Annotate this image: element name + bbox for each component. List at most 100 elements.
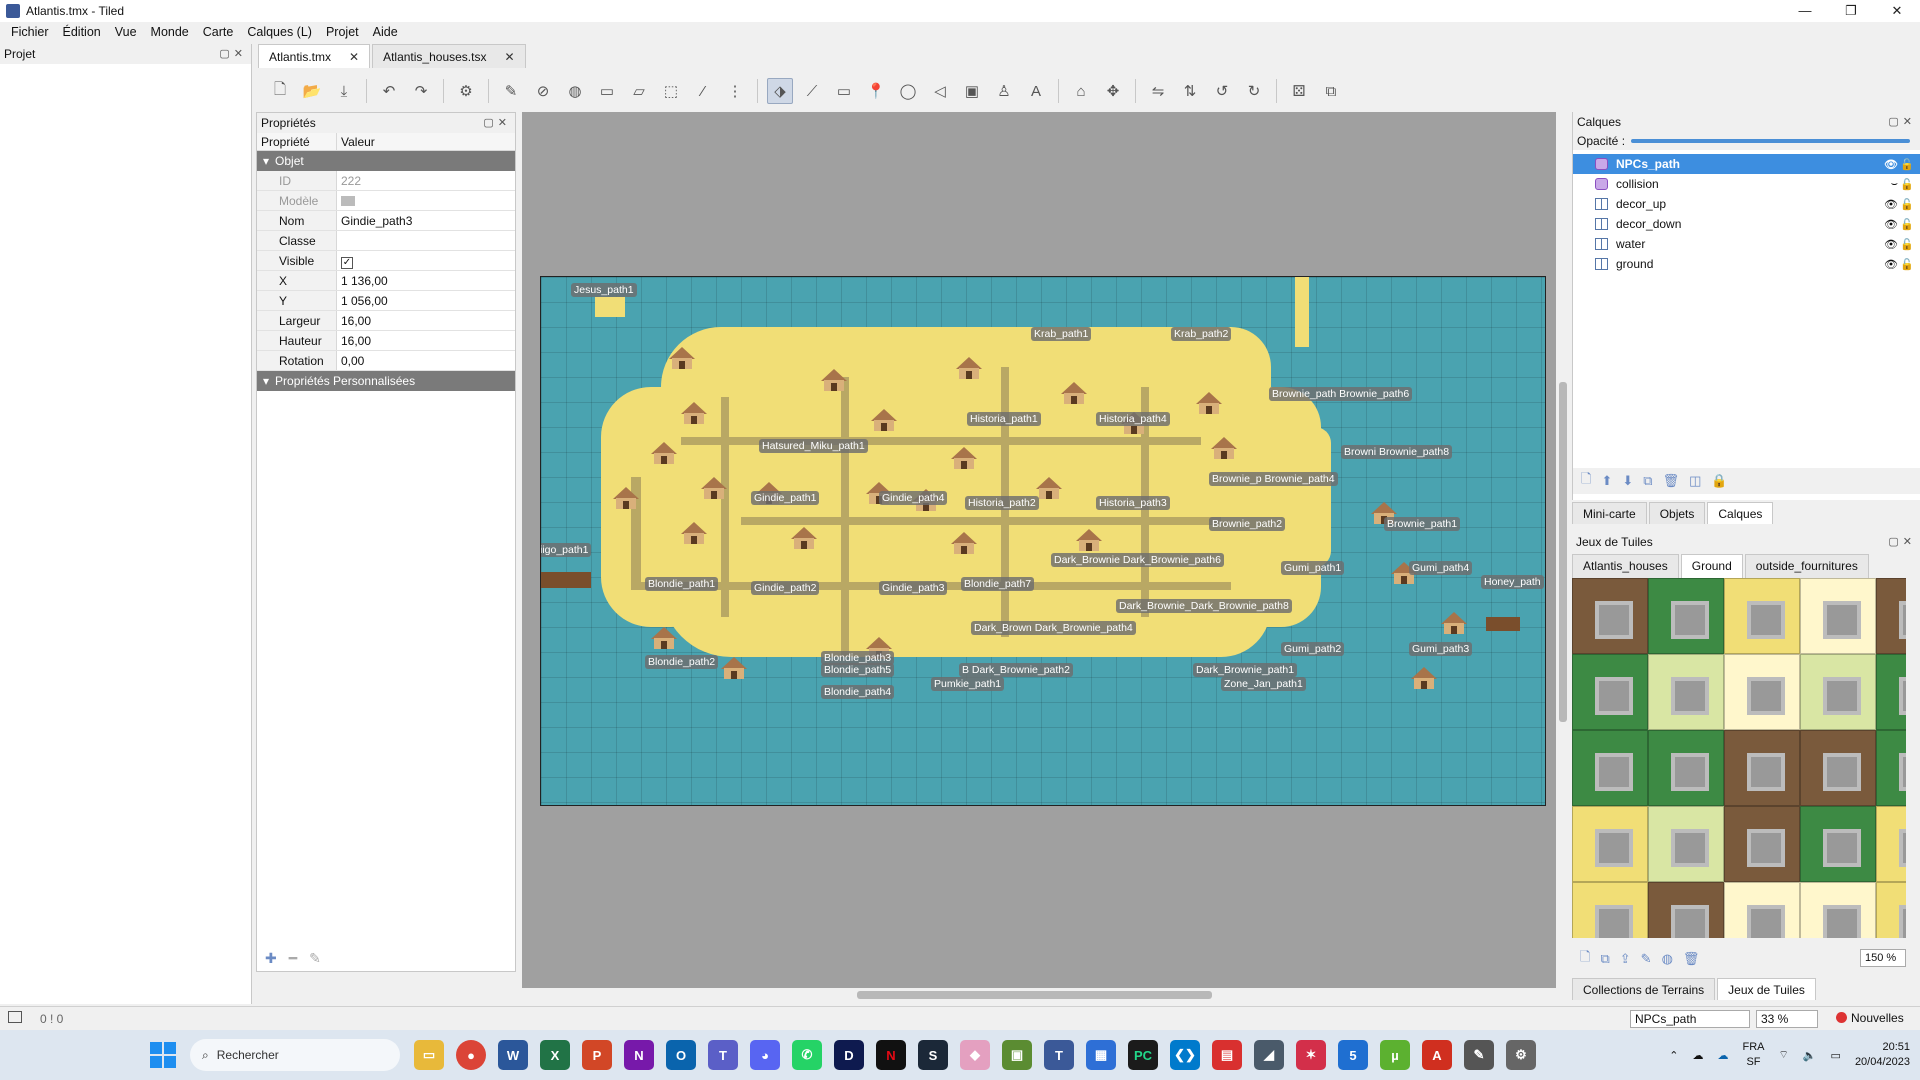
disney-plus-icon[interactable]: D (834, 1040, 864, 1070)
npc-path-label[interactable]: Blondie_path4 (821, 685, 895, 699)
section-custom-properties[interactable]: ▾ Propriétés Personnalisées (257, 371, 515, 391)
lock-icon[interactable]: 🔓 (1900, 258, 1914, 271)
tile[interactable] (1648, 882, 1724, 938)
layer-npcs-path[interactable]: NPCs_path 👁 🔓 (1573, 154, 1920, 174)
photoshop-icon[interactable]: 5 (1338, 1040, 1368, 1070)
random-mode-icon[interactable]: ⚄ (1286, 78, 1312, 104)
eye-icon[interactable]: 👁 (1884, 238, 1898, 251)
rename-property-icon[interactable]: ✎ (309, 950, 321, 967)
tile[interactable] (1876, 730, 1906, 806)
tile[interactable] (1724, 730, 1800, 806)
prop-value[interactable] (337, 231, 515, 250)
edit-polygons-icon[interactable]: ⟋ (799, 78, 825, 104)
map-view[interactable]: Jesus_path1 Krab_path1 Krab_path2 Browni… (522, 112, 1556, 988)
tile[interactable] (1724, 654, 1800, 730)
prop-value[interactable] (337, 191, 515, 210)
npc-path-label[interactable]: Brownie_path2 (1209, 517, 1286, 531)
utorrent-icon[interactable]: µ (1380, 1040, 1410, 1070)
magic-wand-icon[interactable]: ⁄ (690, 78, 716, 104)
tile[interactable] (1800, 654, 1876, 730)
tile[interactable] (1800, 806, 1876, 882)
tile[interactable] (1572, 654, 1648, 730)
panel-float-close-icons[interactable]: ▢✕ (1888, 115, 1916, 128)
acrobat-icon[interactable]: A (1422, 1040, 1452, 1070)
menu-aide[interactable]: Aide (366, 25, 405, 39)
remove-property-icon[interactable]: ━ (289, 950, 297, 967)
column-value[interactable]: Valeur (337, 133, 375, 150)
whatsapp-icon[interactable]: ✆ (792, 1040, 822, 1070)
onedrive-icon[interactable]: ☁ (1692, 1049, 1703, 1062)
lock-icon[interactable]: 🔓 (1900, 218, 1914, 231)
layer-water[interactable]: water 👁 🔓 (1573, 234, 1920, 254)
eye-icon[interactable]: 👁 (1884, 198, 1898, 211)
tab-terrain-collections[interactable]: Collections de Terrains (1572, 978, 1716, 1000)
lock-icon[interactable]: 🔓 (1900, 238, 1914, 251)
panel-float-close-icons[interactable]: ▢✕ (1888, 535, 1916, 548)
edit-tileset-icon[interactable]: ✎ (1641, 951, 1652, 967)
npc-path-label[interactable]: Dark_Brown Dark_Brownie_path4 (971, 621, 1136, 635)
prop-value[interactable]: 16,00 (337, 311, 515, 330)
eraser-icon[interactable]: ▱ (626, 78, 652, 104)
undo-icon[interactable]: ↶ (376, 78, 402, 104)
volume-icon[interactable]: 🔈 (1803, 1049, 1817, 1062)
tile[interactable] (1876, 654, 1906, 730)
lock-icon[interactable]: 🔓 (1900, 198, 1914, 211)
tile[interactable] (1800, 882, 1876, 938)
insert-ellipse-icon[interactable]: ◯ (895, 78, 921, 104)
vscode-icon[interactable]: ❮❯ (1170, 1040, 1200, 1070)
tileset-tab-outside[interactable]: outside_fournitures (1744, 554, 1869, 578)
eye-closed-icon[interactable]: ⌣ (1891, 178, 1898, 191)
wifi-icon[interactable]: ⌔ (1778, 1048, 1788, 1062)
prop-value[interactable]: 16,00 (337, 331, 515, 350)
insert-text-icon[interactable]: A (1023, 78, 1049, 104)
tileset-tab-ground[interactable]: Ground (1680, 554, 1743, 578)
prop-row-class[interactable]: Classe (257, 231, 515, 251)
panel-float-close-icons[interactable]: ▢✕ (219, 47, 247, 60)
tile[interactable] (1572, 806, 1648, 882)
menu-carte[interactable]: Carte (196, 25, 241, 39)
prop-value[interactable]: 1 056,00 (337, 291, 515, 310)
insert-polygon-icon[interactable]: ◁ (927, 78, 953, 104)
save-icon[interactable]: ⤓ (331, 78, 357, 104)
npc-path-label[interactable]: Gindie_path2 (751, 581, 820, 595)
windows-start-icon[interactable] (150, 1042, 176, 1068)
taskbar-search[interactable]: ⌕ Rechercher (190, 1039, 400, 1071)
npc-path-label[interactable]: Krab_path1 (1031, 327, 1092, 341)
flip-vertical-icon[interactable]: ⇅ (1177, 78, 1203, 104)
npc-path-label[interactable]: Blondie_path7 (961, 577, 1035, 591)
prop-row-rotation[interactable]: Rotation 0,00 (257, 351, 515, 371)
language-indicator[interactable]: FRA SF (1742, 1040, 1764, 1070)
section-object[interactable]: ▾ Objet (257, 151, 515, 171)
move-world-icon[interactable]: ✥ (1100, 78, 1126, 104)
prop-value[interactable]: 0,00 (337, 351, 515, 370)
column-property[interactable]: Propriété (257, 133, 337, 150)
map-vertical-scrollbar[interactable] (1556, 112, 1570, 988)
npc-path-label[interactable]: Blondie_path1 (645, 577, 719, 591)
prop-value[interactable]: 1 136,00 (337, 271, 515, 290)
insert-point-icon[interactable]: 📍 (863, 78, 889, 104)
npc-path-label[interactable]: Hatsured_Miku_path1 (759, 439, 868, 453)
rotate-left-icon[interactable]: ↺ (1209, 78, 1235, 104)
current-layer-select[interactable]: NPCs_path (1630, 1010, 1750, 1028)
duplicate-layer-icon[interactable]: ⧉ (1643, 473, 1652, 489)
excel-icon[interactable]: X (540, 1040, 570, 1070)
zoom-select[interactable]: 33 % (1756, 1010, 1818, 1028)
steam-icon[interactable]: S (918, 1040, 948, 1070)
menu-vue[interactable]: Vue (108, 25, 144, 39)
tile[interactable] (1876, 578, 1906, 654)
lock-other-layers-icon[interactable]: 🔒 (1711, 473, 1727, 489)
tile[interactable] (1572, 730, 1648, 806)
game-icon[interactable]: ◆ (960, 1040, 990, 1070)
map-canvas[interactable]: Jesus_path1 Krab_path1 Krab_path2 Browni… (540, 276, 1546, 806)
layer-decor-up[interactable]: decor_up 👁 🔓 (1573, 194, 1920, 214)
add-property-icon[interactable]: ✚ (265, 950, 277, 967)
npc-path-label[interactable]: Historia_path1 (967, 412, 1041, 426)
npc-path-label[interactable]: Zone_Jan_path1 (1221, 677, 1306, 691)
prop-row-y[interactable]: Y 1 056,00 (257, 291, 515, 311)
close-tab-icon[interactable]: ✕ (504, 50, 514, 64)
opacity-slider[interactable] (1631, 139, 1910, 143)
onenote-icon[interactable]: N (624, 1040, 654, 1070)
eye-icon[interactable]: 👁 (1884, 218, 1898, 231)
layer-ground[interactable]: ground 👁 🔓 (1573, 254, 1920, 274)
npc-path-label[interactable]: Brownie_p Brownie_path4 (1209, 472, 1338, 486)
